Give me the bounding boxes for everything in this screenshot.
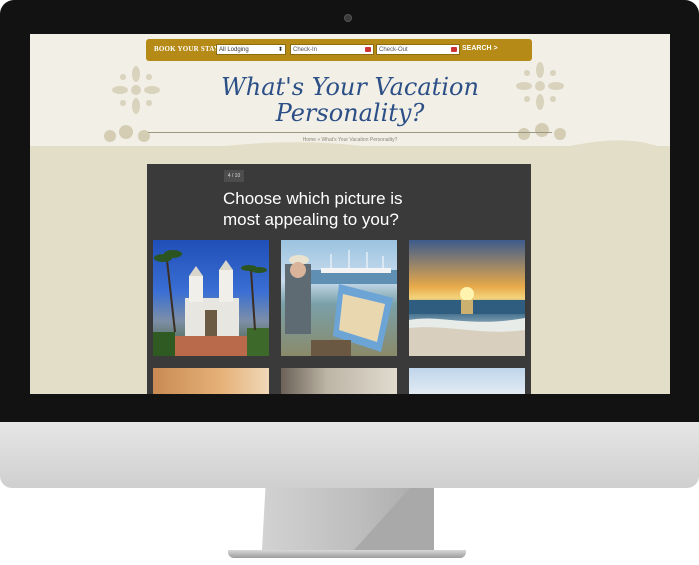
quiz-photo-sky[interactable] xyxy=(409,368,525,394)
title-divider xyxy=(148,132,552,133)
quiz-photo-sunset-beach[interactable] xyxy=(409,240,525,356)
sunset-beach-image xyxy=(409,287,525,356)
checkin-placeholder: Check-In xyxy=(293,47,318,53)
calendar-icon[interactable] xyxy=(451,47,457,52)
checkout-field[interactable]: Check-Out xyxy=(376,44,460,55)
book-your-stay-label: BOOK YOUR STAY xyxy=(154,45,220,53)
calendar-icon[interactable] xyxy=(365,47,371,52)
checkout-placeholder: Check-Out xyxy=(379,47,408,53)
search-button[interactable]: SEARCH > xyxy=(462,45,498,52)
quiz-photo-canyon[interactable] xyxy=(153,368,269,394)
breadcrumb: Home » What's Your Vacation Personality? xyxy=(302,137,398,143)
quiz-photo-interior[interactable] xyxy=(281,368,397,394)
question-counter: 4 / 10 xyxy=(224,170,244,182)
floral-ornament-icon xyxy=(112,66,160,114)
painter-harbor-image xyxy=(285,250,397,356)
mission-building-image xyxy=(153,250,269,356)
camera-icon xyxy=(344,14,352,22)
screen: BOOK YOUR STAY All Lodging ⬍ Check-In Ch… xyxy=(30,34,670,394)
floral-ornament-icon xyxy=(104,125,150,142)
checkin-field[interactable]: Check-In xyxy=(290,44,374,55)
page-title: What's Your Vacation Personality? xyxy=(170,74,530,126)
quiz-question-line2: most appealing to you? xyxy=(223,210,399,229)
page-title-line1: What's Your Vacation xyxy=(221,73,479,101)
quiz-question-line1: Choose which picture is xyxy=(223,189,403,208)
booking-bar: BOOK YOUR STAY All Lodging ⬍ Check-In Ch… xyxy=(146,39,532,61)
quiz-panel: 4 / 10 Choose which picture is most appe… xyxy=(147,164,531,394)
page-title-line2: Personality? xyxy=(275,99,425,127)
monitor-chin xyxy=(0,422,699,488)
chevron-updown-icon: ⬍ xyxy=(277,47,283,53)
quiz-question: Choose which picture is most appealing t… xyxy=(223,188,483,230)
lodging-select-value: All Lodging xyxy=(219,47,249,53)
quiz-photo-painter[interactable] xyxy=(281,240,397,356)
lodging-select[interactable]: All Lodging ⬍ xyxy=(216,44,286,55)
quiz-photo-mission[interactable] xyxy=(153,240,269,356)
monitor-stand-base xyxy=(228,550,466,558)
